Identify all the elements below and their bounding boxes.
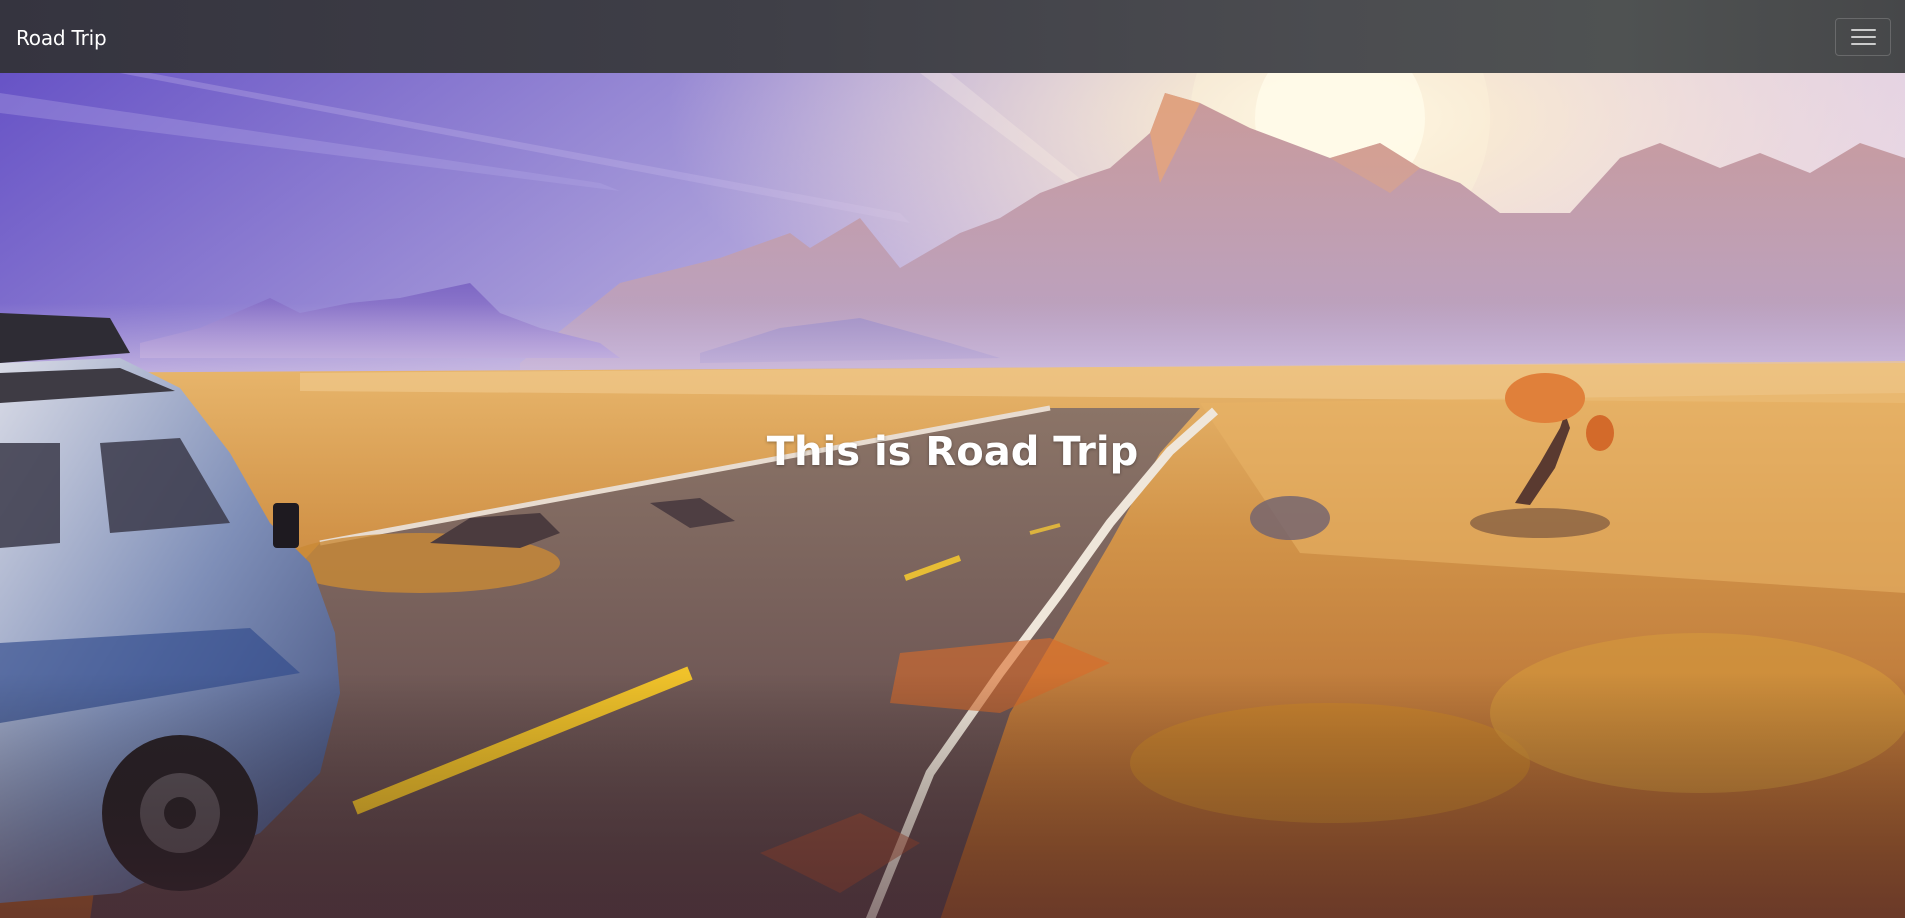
hamburger-menu-icon: [1851, 29, 1876, 46]
hero-title: This is Road Trip: [766, 429, 1139, 475]
hero-background-image: [0, 73, 1905, 920]
hero-section: This is Road Trip: [0, 73, 1905, 920]
page: Road Trip This is Road Trip: [0, 0, 1905, 920]
navbar-toggler-button[interactable]: [1835, 18, 1891, 56]
navbar-brand[interactable]: Road Trip: [16, 0, 107, 73]
navbar: Road Trip: [0, 0, 1905, 73]
